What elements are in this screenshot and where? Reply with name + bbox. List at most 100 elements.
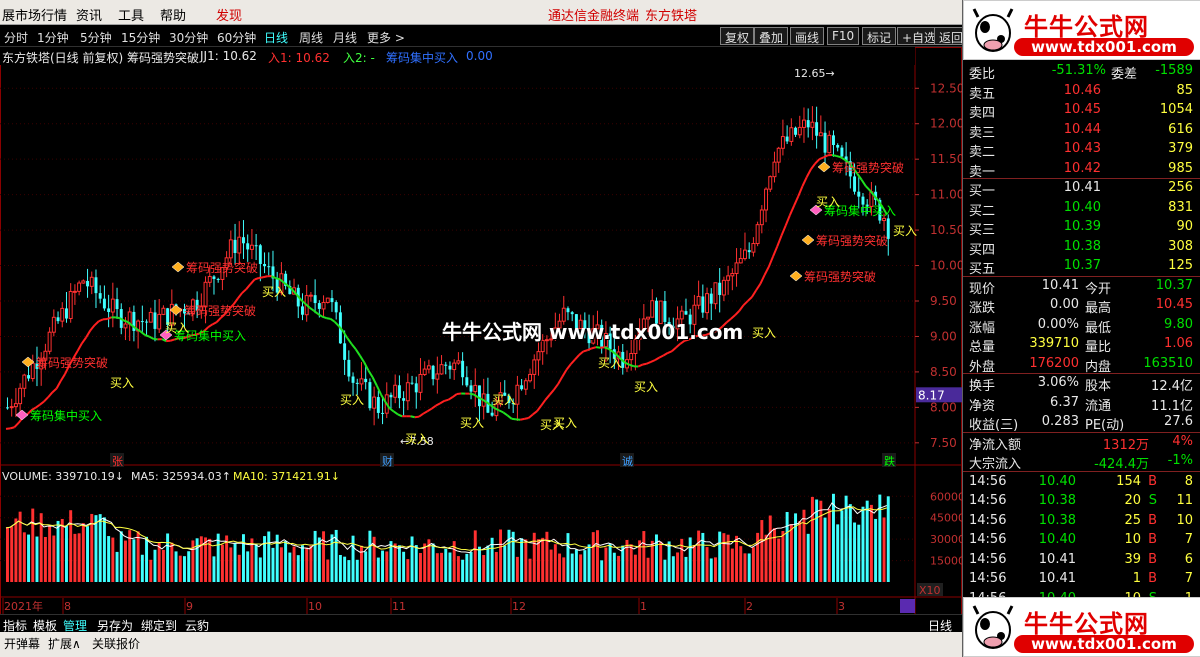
candle-body [882, 217, 887, 222]
candle-body [393, 384, 398, 398]
stat-label: 总量 [969, 340, 996, 355]
period-5m[interactable]: 5分钟 [80, 29, 112, 46]
volume-bar [659, 541, 663, 582]
tick-side: B [1148, 571, 1157, 586]
btn-overlay[interactable]: 叠加 [754, 27, 789, 45]
tick-row: 14:56 10.38 20 S 11 [963, 492, 1200, 511]
menu-discover[interactable]: 发现 [216, 5, 242, 24]
volume-bar [27, 534, 31, 582]
volume-bar [322, 531, 326, 582]
candle-body [747, 250, 751, 253]
btn-expand[interactable]: 扩展∧ [48, 635, 81, 652]
volume-bar [48, 525, 52, 582]
volume-bar [136, 531, 140, 582]
period-monthly[interactable]: 月线 [333, 29, 357, 46]
volume-bar [124, 540, 127, 582]
ma-segment [532, 410, 538, 416]
period-1m[interactable]: 1分钟 [37, 29, 69, 46]
period-weekly[interactable]: 周线 [299, 29, 323, 46]
volume-bar [233, 542, 237, 582]
btn-f10[interactable]: F10 [827, 27, 860, 45]
volume-bar [718, 531, 722, 582]
candle-body [738, 258, 743, 264]
candle-body [780, 136, 785, 149]
volume-bar [65, 525, 68, 582]
ma-segment [502, 411, 509, 417]
volume-bar [347, 560, 351, 582]
stat-value: 11.1亿 [1151, 398, 1193, 414]
volume-bar [414, 545, 418, 582]
ma-segment [511, 417, 517, 421]
volume-bar [14, 518, 18, 582]
menu-news[interactable]: 资讯 [76, 5, 102, 24]
menu-help[interactable]: 帮助 [160, 5, 186, 24]
price-tick: 7.50 [930, 436, 957, 450]
ma-segment [519, 417, 525, 421]
btn-draw[interactable]: 画线 [790, 27, 825, 45]
volume-bar [478, 546, 481, 582]
ind-value: 0.00 [466, 49, 493, 63]
buy-level: 买二 [969, 203, 996, 219]
volume-bar [633, 554, 637, 582]
btn-related-quotes[interactable]: 关联报价 [92, 635, 140, 652]
buy-price: 10.39 [1063, 219, 1101, 234]
buy-price: 10.41 [1063, 180, 1101, 195]
volume-bar [882, 517, 886, 582]
candle-body [381, 412, 385, 414]
volume-bar [22, 532, 26, 582]
tick-row: 14:56 10.41 39 B 6 [963, 551, 1200, 570]
candle-body [815, 122, 819, 136]
ma-segment [308, 306, 315, 312]
volume-bar [604, 547, 608, 582]
ma-segment [839, 156, 846, 161]
ma-segment [275, 277, 281, 281]
menu-tools[interactable]: 工具 [118, 5, 144, 24]
period-more[interactable]: 更多 > [367, 29, 405, 46]
ma-segment [321, 315, 327, 320]
ma-segment [738, 304, 745, 312]
sell-price: 10.45 [1063, 102, 1101, 117]
event-marker: 张 [112, 455, 123, 468]
candle-body [520, 385, 524, 390]
btn-danmaku[interactable]: 开弹幕 [4, 635, 40, 652]
ma-segment [39, 400, 45, 406]
flow-value: 1312万 [1102, 437, 1149, 453]
volume-bar [178, 555, 182, 582]
volume-bar [86, 526, 90, 582]
ma-segment [81, 336, 87, 344]
link-stock[interactable]: 东方铁塔 [645, 5, 697, 24]
volume-bar [553, 544, 557, 582]
sell-level: 卖三 [969, 125, 996, 141]
ma-segment [439, 400, 445, 405]
link-terminal[interactable]: 通达信金融终端 [548, 5, 639, 24]
candle-body [89, 276, 94, 287]
period-15m[interactable]: 15分钟 [121, 29, 160, 46]
menu-market[interactable]: 展市场行情 [2, 5, 67, 24]
period-daily[interactable]: 日线 [264, 29, 288, 46]
period-60m[interactable]: 60分钟 [217, 29, 256, 46]
btn-adjust[interactable]: 复权 [720, 27, 755, 45]
volume-bar [157, 542, 161, 582]
candle-body [802, 119, 806, 128]
buy-volume: 831 [1168, 199, 1193, 215]
period-intraday[interactable]: 分时 [4, 29, 28, 46]
sell-volume: 985 [1168, 160, 1193, 176]
volume-bar [461, 559, 465, 582]
btn-mark[interactable]: 标记 [862, 27, 897, 45]
buy-signal-label: 买入 [110, 376, 134, 390]
tick-volume: 39 [1124, 551, 1141, 567]
candle-body [810, 121, 815, 128]
ma-segment [759, 274, 766, 285]
volume-bar [229, 547, 233, 582]
logo-bottom: 牛牛公式网 www.tdx001.com [963, 597, 1200, 657]
ma-segment [498, 409, 504, 414]
candle-body [566, 308, 570, 313]
period-30m[interactable]: 30分钟 [169, 29, 208, 46]
date-tick: 9 [186, 600, 193, 613]
price-tick: 10.00 [930, 259, 962, 273]
candle-body [237, 236, 242, 254]
vol-tick: 30000 [930, 533, 962, 546]
volume-bar [773, 528, 776, 582]
sell-row: 卖一 10.42 985 [963, 160, 1200, 180]
flow-value: -424.4万 [1094, 457, 1149, 472]
